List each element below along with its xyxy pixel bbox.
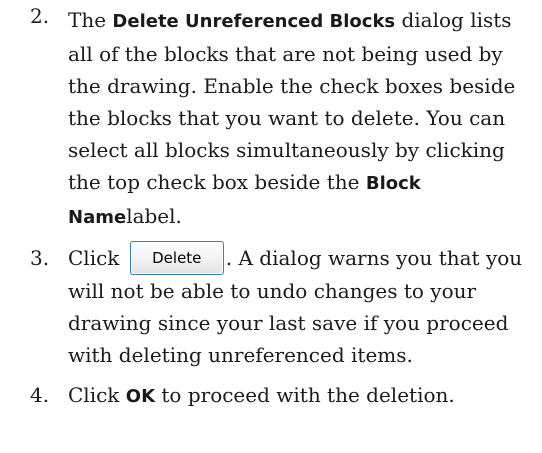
step-text: label. — [126, 204, 182, 228]
step-text: dialog lists all of the blocks that are … — [68, 8, 516, 194]
delete-button[interactable]: Delete — [129, 240, 224, 275]
step-text: Click — [68, 246, 126, 270]
step-text: The — [68, 8, 113, 32]
step-2: 2. The Delete Unreferenced Blocks dialog… — [0, 0, 542, 234]
step-list: 2. The Delete Unreferenced Blocks dialog… — [0, 0, 542, 413]
ok-label: OK — [125, 385, 156, 407]
dialog-name: Delete Unreferenced Blocks — [112, 11, 396, 32]
step-4: 4. Click OK to proceed with the deletion… — [0, 379, 542, 413]
step-number: 2. — [30, 4, 50, 28]
step-number: 4. — [30, 382, 50, 407]
step-number: 3. — [30, 246, 50, 270]
step-text: Click — [68, 382, 126, 407]
step-3: 3. Click Delete. A dialog warns you that… — [0, 240, 542, 371]
step-text: to proceed with the deletion. — [155, 382, 455, 407]
instructions-document: 2. The Delete Unreferenced Blocks dialog… — [0, 0, 542, 453]
